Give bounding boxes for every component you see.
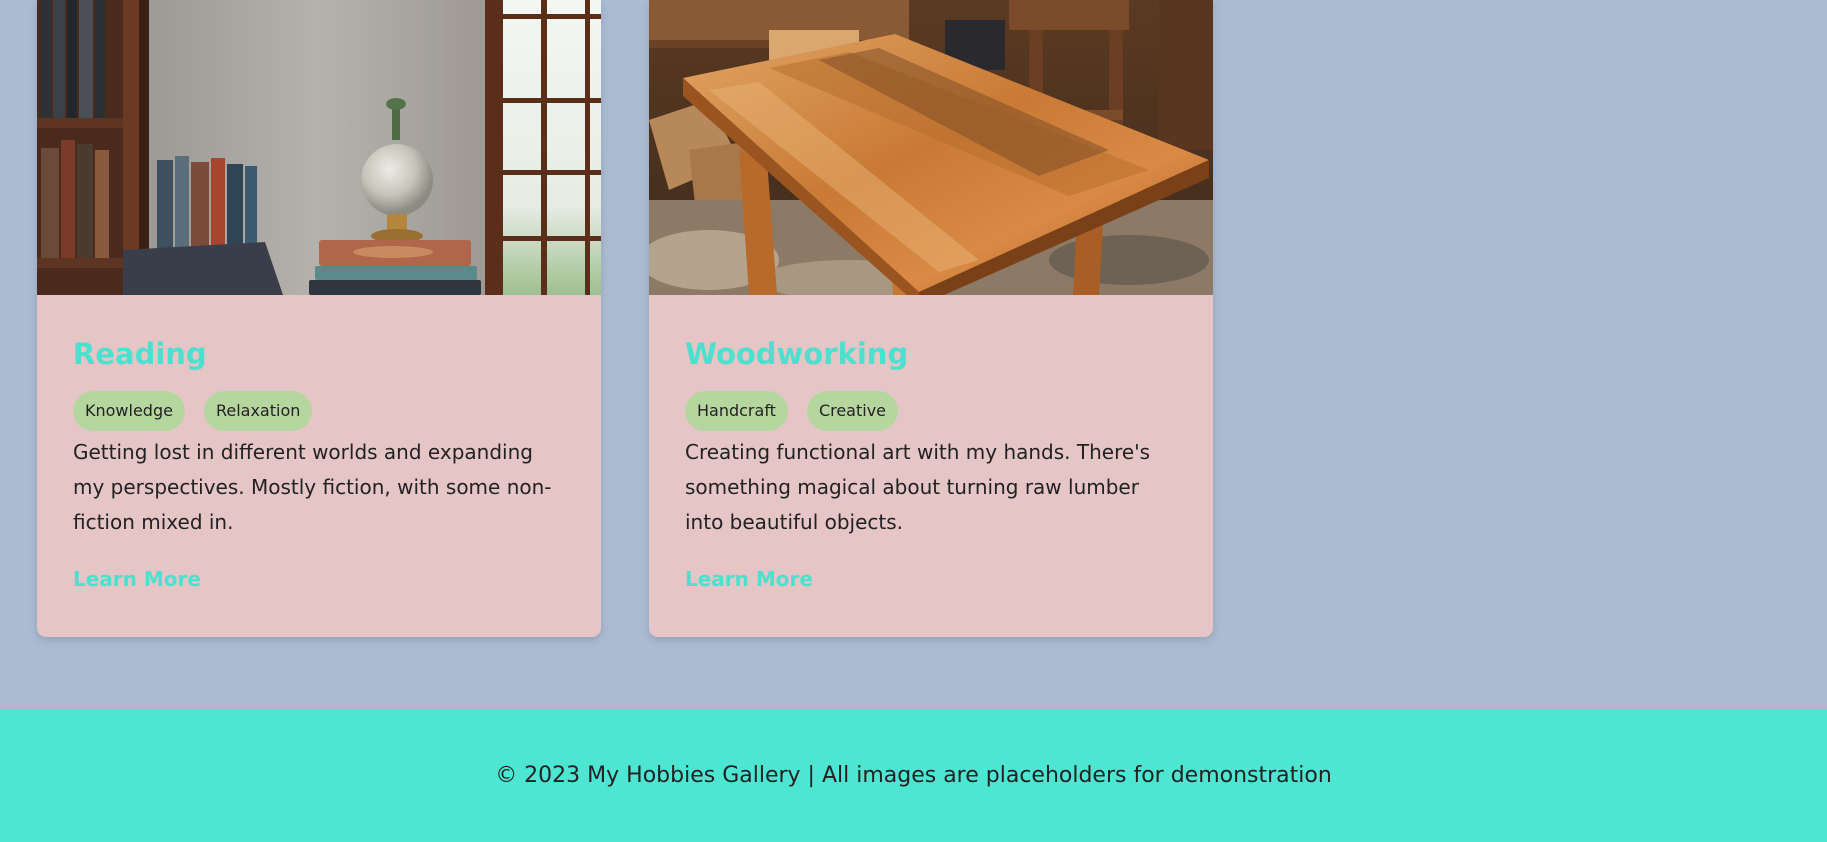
- card-body: Reading Knowledge Relaxation Getting los…: [37, 295, 601, 591]
- tag-list: Knowledge Relaxation: [73, 390, 565, 431]
- woodworking-table-photo-icon: [649, 0, 1213, 295]
- hobby-card-woodworking: Woodworking Handcraft Creative Creating …: [649, 0, 1213, 637]
- card-title: Reading: [73, 337, 207, 371]
- learn-more-link[interactable]: Learn More: [685, 567, 813, 591]
- card-description: Getting lost in different worlds and exp…: [73, 439, 552, 534]
- tag-badge: Knowledge: [73, 390, 185, 431]
- learn-more-link[interactable]: Learn More: [73, 567, 201, 591]
- card-description: Creating functional art with my hands. T…: [685, 439, 1151, 534]
- tag-list: Handcraft Creative: [685, 390, 1177, 431]
- reading-image: [37, 0, 601, 295]
- woodworking-image: [649, 0, 1213, 295]
- card-body: Woodworking Handcraft Creative Creating …: [649, 295, 1213, 591]
- tag-badge: Relaxation: [203, 390, 313, 431]
- reading-room-photo-icon: [37, 0, 601, 295]
- page-footer: © 2023 My Hobbies Gallery | All images a…: [0, 709, 1827, 842]
- card-title: Woodworking: [685, 337, 909, 371]
- hobby-card-reading: Reading Knowledge Relaxation Getting los…: [37, 0, 601, 637]
- footer-text: © 2023 My Hobbies Gallery | All images a…: [495, 763, 1332, 788]
- hobby-gallery: Reading Knowledge Relaxation Getting los…: [37, 0, 1213, 637]
- tag-badge: Creative: [806, 390, 899, 431]
- tag-badge: Handcraft: [685, 390, 788, 431]
